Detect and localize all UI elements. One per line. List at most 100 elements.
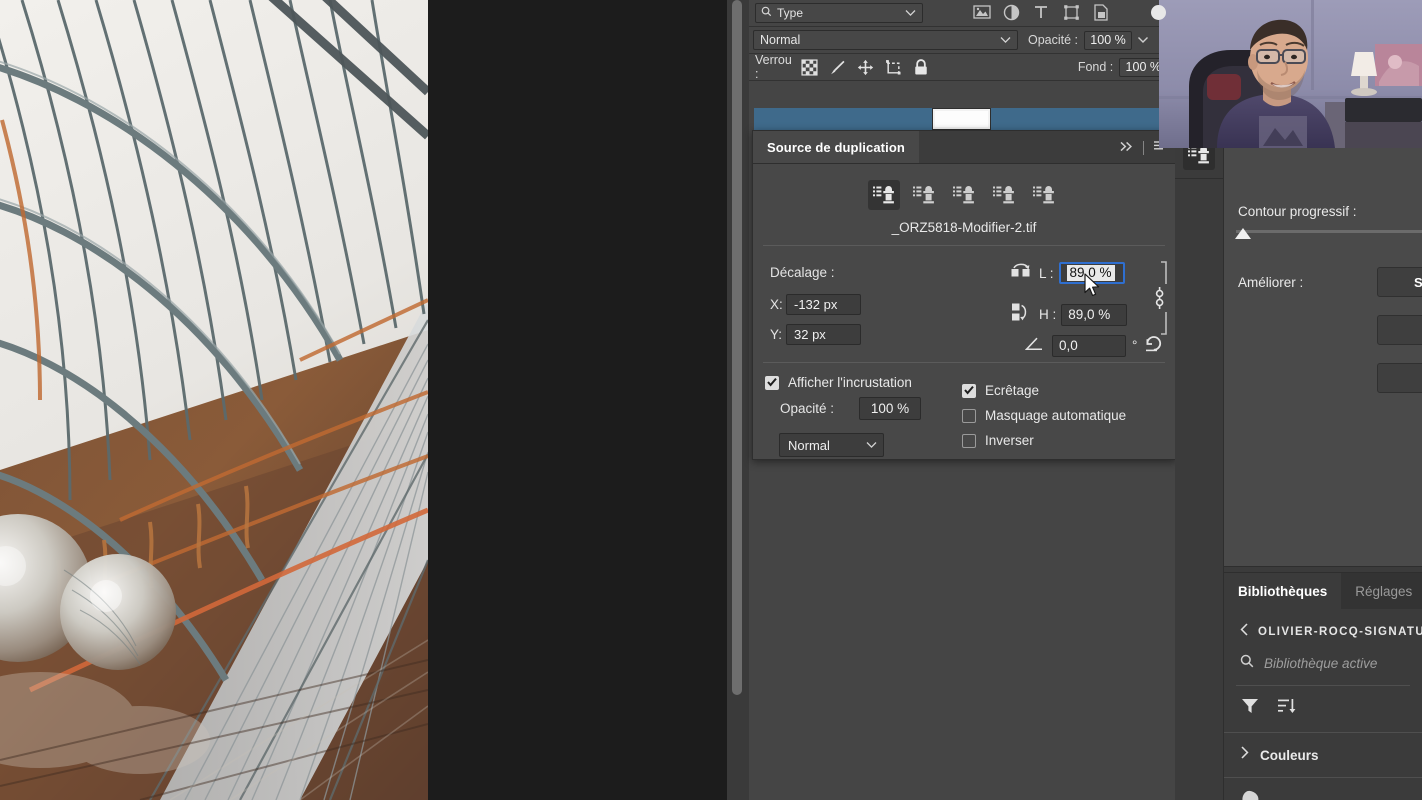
clone-height-field[interactable]: 89,0 % [1061,303,1128,326]
layers-lock-row: Verrou : Fond: 100 % [749,53,1184,81]
clipped-checkbox[interactable] [962,383,976,398]
lock-artboard-icon[interactable] [885,59,902,76]
link-icon[interactable] [1142,260,1169,343]
properties-panel: Contour progressif : Améliorer : Sé [1224,130,1422,567]
overlay-opacity-value: 100 % [870,401,910,416]
auto-hide-label: Masquage automatique [985,408,1127,423]
layer-row-selected[interactable] [754,108,1169,130]
clone-source-button-5[interactable] [1028,180,1060,210]
offset-y-field[interactable]: 32 px [786,324,861,345]
auto-hide-row[interactable]: Masquage automatique [962,408,1126,423]
libraries-panel: Bibliothèques Réglages OLIVIER-ROCQ-SIGN… [1224,572,1422,800]
auto-hide-checkbox[interactable] [962,408,976,423]
clone-height-label: H : [1039,307,1057,322]
document-image[interactable] [0,0,428,800]
lock-transparency-icon[interactable] [801,58,818,76]
clone-angle-unit: ° [1132,338,1138,353]
library-group-couleurs[interactable]: Couleurs [1224,733,1422,764]
clone-source-button-1[interactable] [868,180,900,210]
tab-bibliotheques[interactable]: Bibliothèques [1224,573,1342,609]
properties-button-2[interactable] [1377,315,1422,345]
clone-source-stamp-icon [952,185,974,203]
photoshop-window: Type Normal Opacité: 100 % Verrou: Fon… [0,0,1422,800]
blend-mode-select[interactable]: Normal [753,30,1018,50]
shape-filter-icon[interactable] [1063,4,1081,22]
clone-source-title: Source de duplication [767,139,905,155]
tab-reglages[interactable]: Réglages [1341,573,1422,609]
lock-position-icon[interactable] [857,59,874,76]
library-search-input[interactable]: Bibliothèque active [1264,656,1377,671]
angle-icon [1024,336,1044,356]
canvas-vertical-scrollbar[interactable] [727,0,749,800]
smart-object-filter-icon[interactable] [1093,4,1111,22]
layer-filter-select[interactable]: Type [755,3,923,23]
library-swatch[interactable] [1224,778,1422,800]
clone-angle-field[interactable]: 0,0 [1052,334,1126,357]
clone-source-stamp-icon [872,185,894,203]
offset-label: Décalage : [770,265,835,280]
layers-blend-row: Normal Opacité : 100 % [749,27,1175,54]
layers-panel: Type Normal Opacité: 100 % Verrou: Fon… [749,0,1184,800]
opacity-value[interactable]: 100 % [1084,30,1133,50]
invert-checkbox[interactable] [962,433,976,448]
fill-label: Fond : [1077,60,1114,74]
sort-icon[interactable] [1277,697,1296,720]
filter-funnel-icon[interactable] [1241,697,1259,720]
layers-panel-toggle-knob[interactable] [1151,5,1166,20]
clone-source-stamp-icon [912,185,934,203]
flip-vertical-icon[interactable] [1011,303,1032,326]
clone-width-label: L : [1039,265,1054,281]
show-overlay-label: Afficher l'incrustation [788,375,912,390]
properties-button-3[interactable] [1377,363,1422,393]
library-search-row[interactable]: Bibliothèque active [1224,641,1422,673]
lock-image-icon[interactable] [829,59,846,76]
lock-all-icon[interactable] [913,58,930,76]
chevron-down-icon[interactable] [866,442,877,449]
scrollbar-thumb[interactable] [732,0,742,695]
chevron-left-icon[interactable] [1240,623,1249,641]
clone-height-value: 89,0 % [1068,307,1111,322]
lock-label: Verrou : [755,53,792,81]
clipped-row[interactable]: Ecrêtage [962,383,1039,398]
offset-x-row: X: -132 px [770,294,861,315]
offset-x-label: X: [770,297,783,312]
layer-thumbnail[interactable] [932,108,991,130]
feather-slider-knob[interactable] [1235,228,1251,239]
divider [1175,178,1224,179]
clone-source-button-3[interactable] [948,180,980,210]
feather-slider-track[interactable] [1236,230,1422,233]
overlay-blend-select[interactable]: Normal [779,433,884,457]
overlay-blend-value: Normal [788,437,830,453]
library-breadcrumb[interactable]: OLIVIER-ROCQ-SIGNATUR [1224,609,1422,641]
libraries-tabbar: Bibliothèques Réglages [1224,573,1422,609]
clone-source-filename: _ORZ5818-Modifier-2.tif [891,220,1037,235]
offset-x-field[interactable]: -132 px [786,294,861,315]
chevron-down-icon[interactable] [905,10,916,17]
clone-source-button-2[interactable] [908,180,940,210]
invert-row[interactable]: Inverser [962,433,1034,448]
tab-bibliotheques-label: Bibliothèques [1238,583,1328,599]
show-overlay-checkbox[interactable] [765,375,779,390]
chevron-down-icon[interactable] [1000,37,1011,44]
adjustment-filter-icon[interactable] [1003,4,1021,22]
feather-label: Contour progressif : [1238,204,1357,219]
library-tools [1224,686,1422,720]
overlay-opacity-field[interactable]: 100 % [859,397,921,420]
webcam-overlay [1159,0,1422,148]
refine-edge-button[interactable]: Sé [1377,267,1422,297]
canvas-area[interactable] [0,0,749,800]
image-filter-icon[interactable] [973,4,991,22]
invert-label: Inverser [985,433,1034,448]
chevron-down-icon[interactable] [1137,31,1149,49]
tab-reglages-label: Réglages [1355,583,1413,599]
flip-horizontal-icon[interactable] [1011,262,1032,284]
tab-clone-source[interactable]: Source de duplication [753,131,919,163]
layer-filter-value: Type [777,6,804,20]
show-overlay-row[interactable]: Afficher l'incrustation [765,375,912,390]
double-chevron-right-icon[interactable] [1119,139,1134,157]
refine-edge-button-label: Sé [1414,274,1422,290]
chevron-right-icon[interactable] [1240,746,1249,764]
clone-source-button-4[interactable] [988,180,1020,210]
offset-y-row: Y: 32 px [770,324,861,345]
text-filter-icon[interactable] [1033,4,1051,22]
